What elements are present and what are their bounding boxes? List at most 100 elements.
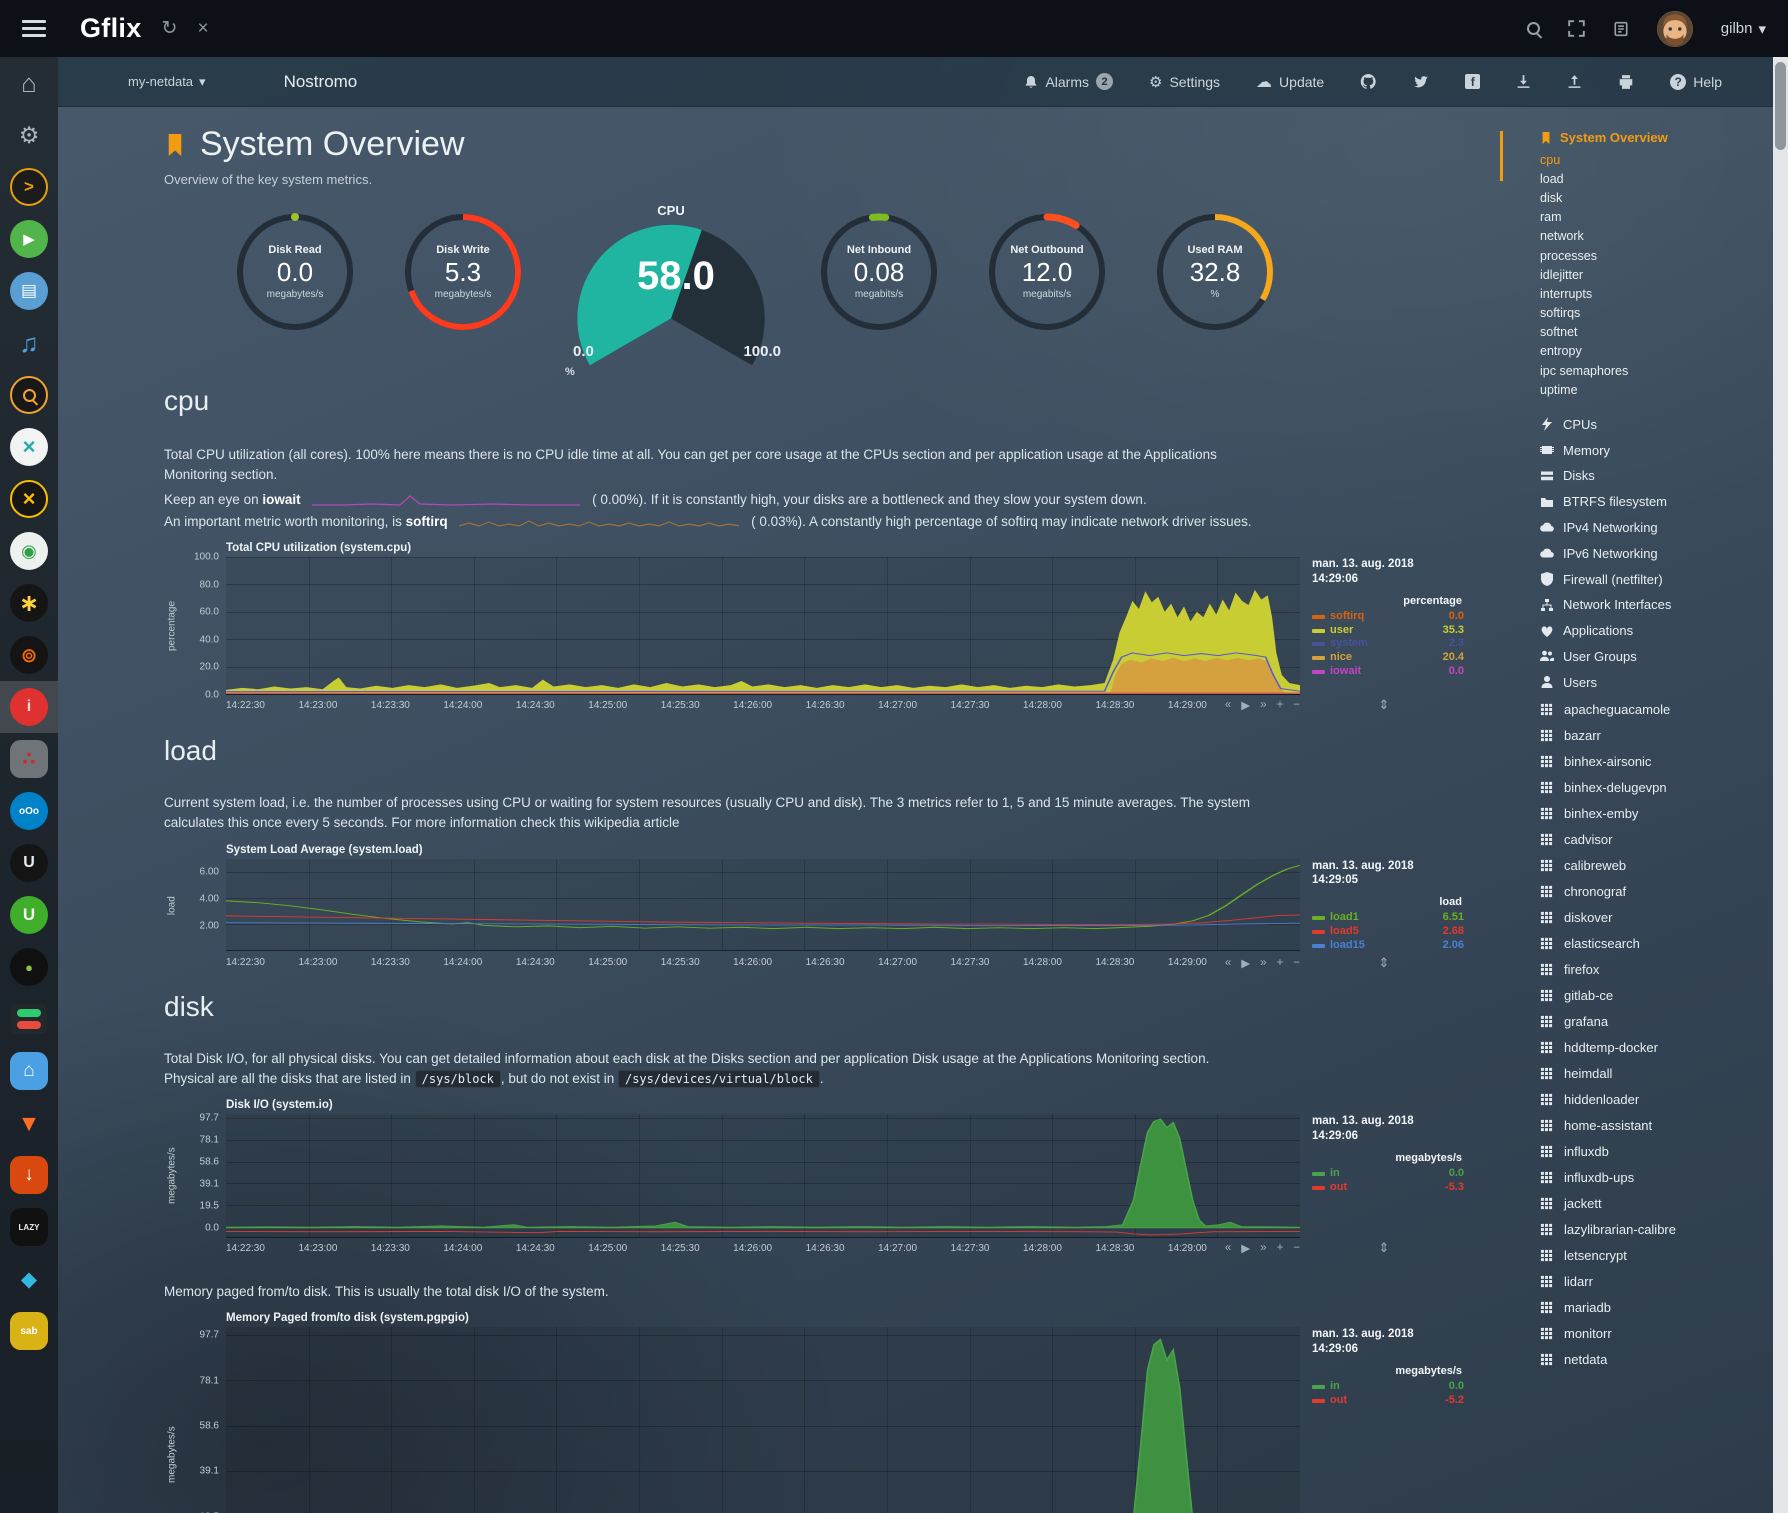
- sidebar-app-letsencrypt[interactable]: letsencrypt: [1540, 1242, 1766, 1268]
- zoom-out-button[interactable]: −: [1293, 1242, 1300, 1254]
- chart-plot-area[interactable]: [226, 859, 1300, 951]
- sidebar-section-disks[interactable]: Disks: [1540, 463, 1766, 489]
- sidebar-app-netdata[interactable]: netdata: [1540, 1346, 1766, 1372]
- sidebar-link-ipc-semaphores[interactable]: ipc semaphores: [1540, 361, 1766, 380]
- legend-item-load15[interactable]: load15 2.06: [1312, 939, 1464, 953]
- sidebar-app-jackett[interactable]: jackett: [1540, 1190, 1766, 1216]
- pan-backward-button[interactable]: «: [1225, 699, 1231, 711]
- sidebar-app-diskover[interactable]: diskover: [1540, 904, 1766, 930]
- sidebar-link-idlejitter[interactable]: idlejitter: [1540, 265, 1766, 284]
- app-icon-sickchill[interactable]: ●: [0, 941, 58, 993]
- sidebar-link-disk[interactable]: disk: [1540, 188, 1766, 207]
- sidebar-section-user-groups[interactable]: User Groups: [1540, 643, 1766, 669]
- zoom-in-button[interactable]: +: [1277, 1242, 1284, 1254]
- app-icon-lidarr[interactable]: ◆: [0, 1253, 58, 1305]
- scrollbar-track[interactable]: [1773, 57, 1788, 1513]
- scrollbar-thumb[interactable]: [1775, 62, 1786, 150]
- user-menu[interactable]: gilbn▾: [1721, 20, 1766, 38]
- sidebar-link-cpu[interactable]: cpu: [1540, 150, 1766, 169]
- sidebar-app-bazarr[interactable]: bazarr: [1540, 722, 1766, 748]
- app-icon-jackett[interactable]: [0, 369, 58, 421]
- sidebar-section-firewall-netfilter-[interactable]: Firewall (netfilter): [1540, 566, 1766, 592]
- sidebar-app-cadvisor[interactable]: cadvisor: [1540, 826, 1766, 852]
- app-icon-ubooquity[interactable]: U: [0, 889, 58, 941]
- sidebar-app-home-assistant[interactable]: home-assistant: [1540, 1112, 1766, 1138]
- pan-forward-button[interactable]: »: [1260, 957, 1266, 969]
- sidebar-app-chronograf[interactable]: chronograf: [1540, 878, 1766, 904]
- legend-item-in[interactable]: in 0.0: [1312, 1167, 1464, 1181]
- sidebar-link-interrupts[interactable]: interrupts: [1540, 284, 1766, 303]
- sidebar-app-monitorr[interactable]: monitorr: [1540, 1320, 1766, 1346]
- wikipedia-link[interactable]: this wikipedia article: [559, 815, 679, 830]
- sidebar-link-processes[interactable]: processes: [1540, 246, 1766, 265]
- sidebar-link-entropy[interactable]: entropy: [1540, 342, 1766, 361]
- update-button[interactable]: ☁Update: [1256, 72, 1324, 92]
- print-button[interactable]: [1618, 74, 1634, 90]
- sidebar-app-influxdb-ups[interactable]: influxdb-ups: [1540, 1164, 1766, 1190]
- app-icon-emby[interactable]: ▶: [0, 213, 58, 265]
- sidebar-link-uptime[interactable]: uptime: [1540, 380, 1766, 399]
- sidebar-app-heimdall[interactable]: heimdall: [1540, 1060, 1766, 1086]
- alarms-button[interactable]: Alarms 2: [1024, 73, 1113, 90]
- sidebar-app-binhex-emby[interactable]: binhex-emby: [1540, 800, 1766, 826]
- twitter-link[interactable]: [1413, 74, 1429, 90]
- import-button[interactable]: [1516, 74, 1531, 89]
- app-icon-sabnzbd[interactable]: sab: [0, 1305, 58, 1357]
- legend-item-softirq[interactable]: softirq 0.0: [1312, 610, 1464, 624]
- pan-forward-button[interactable]: »: [1260, 699, 1266, 711]
- app-icon-monitorr[interactable]: [0, 993, 58, 1045]
- app-icon-bazarr[interactable]: ∴: [0, 733, 58, 785]
- app-icon-home[interactable]: ⌂: [0, 57, 58, 109]
- sidebar-link-network[interactable]: network: [1540, 227, 1766, 246]
- app-icon-settings[interactable]: ⚙: [0, 109, 58, 161]
- app-icon-green-app[interactable]: ◉: [0, 525, 58, 577]
- app-icon-calibre-web[interactable]: ▤: [0, 265, 58, 317]
- sidebar-app-grafana[interactable]: grafana: [1540, 1008, 1766, 1034]
- app-icon-diskover[interactable]: ∗: [0, 577, 58, 629]
- sidebar-item-system-overview[interactable]: System Overview: [1540, 130, 1766, 145]
- app-icon-lazylibrarian[interactable]: LAZY: [0, 1201, 58, 1253]
- chart-plot-area[interactable]: [226, 557, 1300, 695]
- pan-backward-button[interactable]: «: [1225, 957, 1231, 969]
- sidebar-link-load[interactable]: load: [1540, 169, 1766, 188]
- sidebar-app-influxdb[interactable]: influxdb: [1540, 1138, 1766, 1164]
- app-icon-airsonic[interactable]: ♫: [0, 317, 58, 369]
- sidebar-section-cpus[interactable]: CPUs: [1540, 411, 1766, 437]
- user-avatar[interactable]: [1657, 11, 1693, 47]
- refresh-icon[interactable]: ↻: [162, 17, 178, 40]
- sidebar-section-applications[interactable]: Applications: [1540, 618, 1766, 644]
- sidebar-section-network-interfaces[interactable]: Network Interfaces: [1540, 592, 1766, 618]
- changelog-icon[interactable]: [1613, 21, 1629, 37]
- app-icon-unraid[interactable]: U: [0, 837, 58, 889]
- app-icon-pinwheel-orange[interactable]: ×: [0, 473, 58, 525]
- sidebar-link-ram[interactable]: ram: [1540, 208, 1766, 227]
- facebook-link[interactable]: f: [1465, 74, 1480, 89]
- github-link[interactable]: [1360, 73, 1377, 90]
- legend-item-out[interactable]: out -5.2: [1312, 1394, 1464, 1408]
- legend-item-in[interactable]: in 0.0: [1312, 1380, 1464, 1394]
- sidebar-app-lidarr[interactable]: lidarr: [1540, 1268, 1766, 1294]
- gauge-disk-read[interactable]: Disk Read 0.0 megabytes/s: [220, 203, 370, 331]
- app-icon-pinwheel-white[interactable]: ×: [0, 421, 58, 473]
- hamburger-menu-icon[interactable]: [22, 16, 46, 41]
- legend-item-out[interactable]: out -5.3: [1312, 1181, 1464, 1195]
- sidebar-section-ipv6-networking[interactable]: IPv6 Networking: [1540, 540, 1766, 566]
- sidebar-app-apacheguacamole[interactable]: apacheguacamole: [1540, 696, 1766, 722]
- sidebar-link-softnet[interactable]: softnet: [1540, 323, 1766, 342]
- play-button[interactable]: ▶: [1241, 1241, 1250, 1255]
- pan-forward-button[interactable]: »: [1260, 1242, 1266, 1254]
- sidebar-app-binhex-delugevpn[interactable]: binhex-delugevpn: [1540, 774, 1766, 800]
- zoom-out-button[interactable]: −: [1293, 699, 1300, 711]
- sidebar-app-firefox[interactable]: firefox: [1540, 956, 1766, 982]
- chart-resize-handle[interactable]: ⇕: [1300, 1240, 1468, 1256]
- help-button[interactable]: ?Help: [1670, 74, 1722, 90]
- sidebar-app-hddtemp-docker[interactable]: hddtemp-docker: [1540, 1034, 1766, 1060]
- sidebar-app-calibreweb[interactable]: calibreweb: [1540, 852, 1766, 878]
- sidebar-app-binhex-airsonic[interactable]: binhex-airsonic: [1540, 748, 1766, 774]
- app-icon-netdata[interactable]: i: [0, 681, 58, 733]
- app-icon-plex[interactable]: >: [0, 161, 58, 213]
- zoom-in-button[interactable]: +: [1277, 699, 1284, 711]
- play-button[interactable]: ▶: [1241, 956, 1250, 970]
- legend-item-load1[interactable]: load1 6.51: [1312, 911, 1464, 925]
- close-tab-icon[interactable]: ×: [197, 18, 208, 40]
